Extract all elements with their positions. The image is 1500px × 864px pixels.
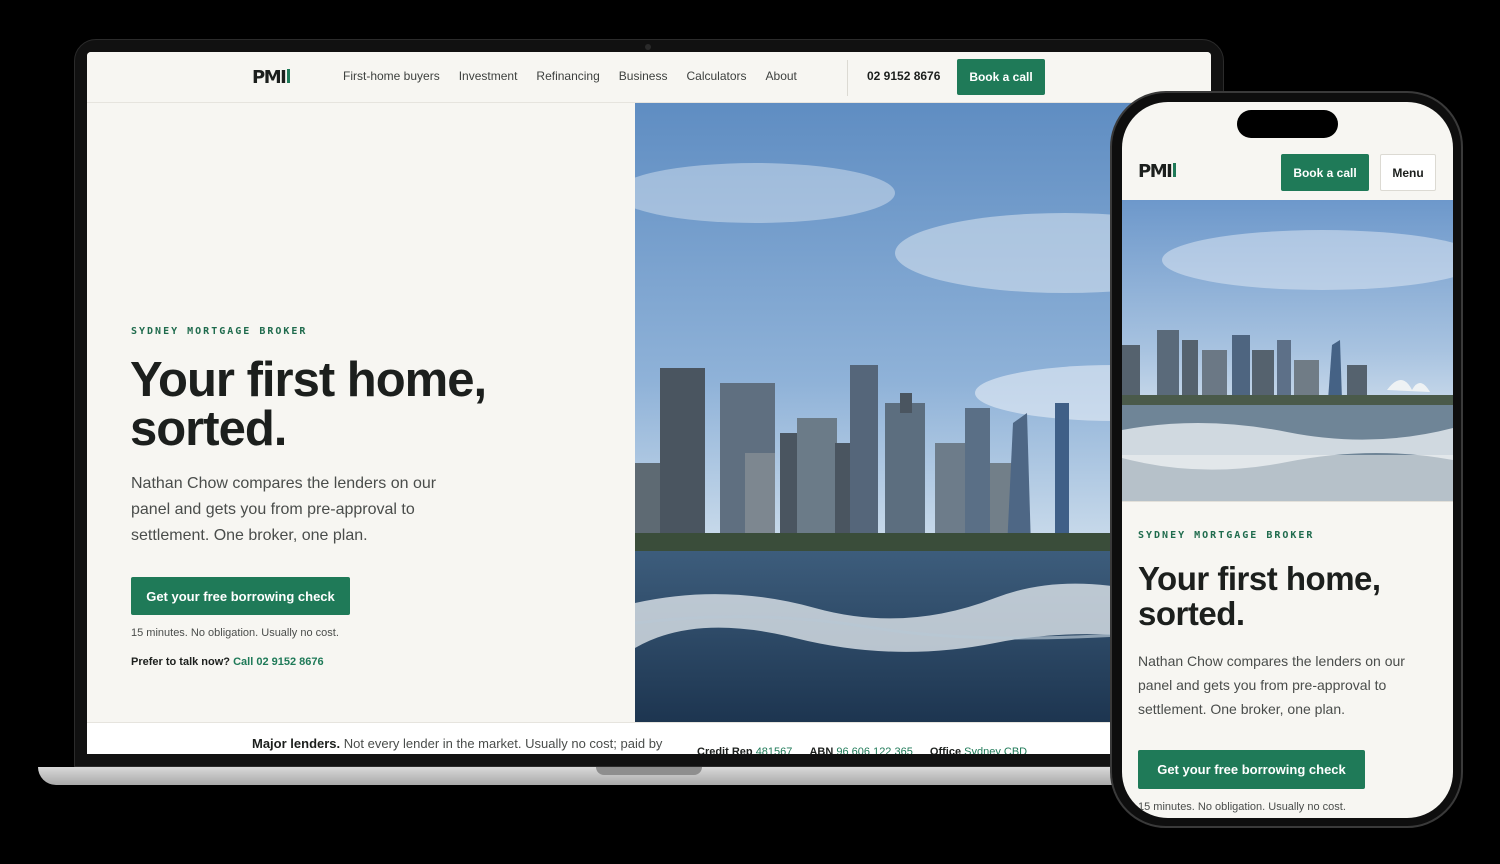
mobile-hero-kicker: SYDNEY MORTGAGE BROKER — [1138, 530, 1315, 541]
logo-text: PMI — [252, 67, 287, 88]
borrowing-check-button[interactable]: Get your free borrowing check — [131, 577, 350, 615]
header-divider — [847, 60, 848, 96]
mobile-cta-note: 15 minutes. No obligation. Usually no co… — [1138, 801, 1346, 813]
office-label: Office — [929, 746, 962, 754]
mobile-hero-body: Nathan Chow compares the lenders on our … — [1138, 653, 1405, 717]
mobile-logo-accent-bar — [1173, 163, 1177, 177]
nav-refinancing[interactable]: Refinancing — [536, 69, 599, 83]
laptop-notch — [596, 767, 702, 775]
lenders-detail: Not every lender in the market. Usually … — [343, 736, 663, 751]
book-call-button[interactable]: Book a call — [957, 59, 1045, 95]
hero-title-line1: Your first home, — [130, 353, 487, 407]
nav-investment[interactable]: Investment — [459, 69, 518, 83]
mobile-skyline-illustration — [1122, 200, 1453, 501]
nav-calculators[interactable]: Calculators — [686, 69, 746, 83]
lenders-bold: Major lenders. — [252, 736, 341, 751]
talk-now: Prefer to talk now? Call 02 9152 8676 — [131, 656, 324, 668]
call-link[interactable]: Call 02 9152 8676 — [233, 656, 324, 668]
mobile-skyline-image — [1122, 200, 1453, 502]
office-value[interactable]: Sydney CBD — [964, 746, 1027, 754]
nav-first-home-buyers[interactable]: First-home buyers — [343, 69, 440, 83]
talk-prefix: Prefer to talk now? — [131, 656, 231, 668]
mobile-hero-title-line1: Your first home, — [1138, 560, 1381, 597]
cta-note: 15 minutes. No obligation. Usually no co… — [131, 627, 339, 639]
mobile-logo[interactable]: PMI — [1138, 161, 1177, 182]
menu-button[interactable]: Menu — [1380, 154, 1436, 191]
laptop-camera — [645, 44, 651, 50]
logo-accent-bar — [287, 69, 291, 83]
trust-strip: Major lenders. Not every lender in the m… — [87, 722, 1211, 754]
credit-label: Credit Rep — [697, 746, 753, 754]
mobile-hero-title-line2: sorted. — [1138, 595, 1245, 632]
logo[interactable]: PMI — [252, 67, 291, 88]
credit-value[interactable]: 481567 — [756, 746, 793, 754]
hero-body: Nathan Chow compares the lenders on our … — [131, 475, 437, 544]
mobile-book-call-button[interactable]: Book a call — [1281, 154, 1369, 191]
mobile-logo-text: PMI — [1138, 161, 1173, 182]
hero-kicker: SYDNEY MORTGAGE BROKER — [131, 326, 308, 337]
main-nav: First-home buyers Investment Refinancing… — [343, 69, 816, 83]
mobile-header: PMI Book a call Menu — [1122, 146, 1453, 200]
desktop-page: PMI First-home buyers Investment Refinan… — [87, 52, 1211, 754]
dynamic-island — [1237, 110, 1338, 138]
desktop-header: PMI First-home buyers Investment Refinan… — [87, 52, 1211, 103]
mobile-hero-title: Your first home, sorted. — [1138, 561, 1438, 631]
hero-title: Your first home, sorted. — [130, 356, 550, 454]
abn-label: ABN — [809, 746, 834, 754]
mobile-page: PMI Book a call Menu SYDNEY MORTGAGE BRO… — [1122, 102, 1453, 818]
hero-title-line2: sorted. — [130, 402, 287, 456]
mobile-borrowing-check-button[interactable]: Get your free borrowing check — [1138, 750, 1365, 789]
lenders-text: Major lenders. Not every lender in the m… — [252, 736, 662, 751]
header-phone-link[interactable]: 02 9152 8676 — [867, 69, 940, 83]
business-meta: Credit Rep 481567 ABN 96 606 122 365 Off… — [697, 746, 1027, 754]
nav-about[interactable]: About — [766, 69, 797, 83]
nav-business[interactable]: Business — [619, 69, 668, 83]
abn-value[interactable]: 96 606 122 365 — [836, 746, 912, 754]
